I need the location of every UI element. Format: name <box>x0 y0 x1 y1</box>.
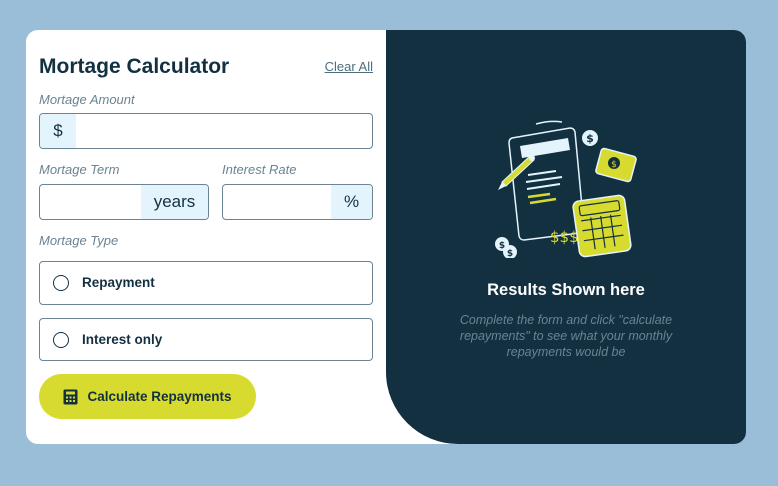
svg-text:$: $ <box>611 160 617 170</box>
svg-text:$$$: $$$ <box>550 228 579 246</box>
empty-results-illustration: $ $ $ $ $$$ <box>495 120 637 258</box>
calculator-icon <box>63 389 78 404</box>
term-input[interactable] <box>40 185 141 219</box>
type-label: Mortage Type <box>39 233 119 248</box>
radio-repayment[interactable] <box>53 275 69 291</box>
term-field: years <box>39 184 209 220</box>
repayment-option[interactable]: Repayment <box>39 261 373 305</box>
term-label: Mortage Term <box>39 162 120 177</box>
rate-field: % <box>222 184 373 220</box>
calculate-repayments-button[interactable]: Calculate Repayments <box>39 374 256 419</box>
results-description: Complete the form and click "calculate r… <box>459 313 673 359</box>
form-panel: Mortage Calculator Clear All Mortage Amo… <box>26 30 386 444</box>
svg-text:$: $ <box>586 132 594 145</box>
amount-label: Mortage Amount <box>39 92 135 107</box>
clear-all-link[interactable]: Clear All <box>325 59 373 74</box>
svg-text:$: $ <box>507 249 513 258</box>
repayment-option-label: Repayment <box>82 275 155 290</box>
calculate-button-label: Calculate Repayments <box>87 389 232 404</box>
calculator-card: Mortage Calculator Clear All Mortage Amo… <box>26 30 746 444</box>
page-title: Mortage Calculator <box>39 55 230 78</box>
amount-input[interactable] <box>76 114 372 148</box>
rate-label: Interest Rate <box>222 162 297 177</box>
years-suffix: years <box>141 185 208 219</box>
amount-field: $ <box>39 113 373 149</box>
rate-input[interactable] <box>223 185 331 219</box>
radio-interest-only[interactable] <box>53 331 69 348</box>
results-panel: $ $ $ $ $$$ Results Shown here Complete … <box>386 30 746 444</box>
results-title: Results Shown here <box>487 281 645 299</box>
interest-only-option[interactable]: Interest only <box>39 318 373 361</box>
interest-only-option-label: Interest only <box>82 331 163 347</box>
currency-prefix: $ <box>40 114 76 148</box>
percent-suffix: % <box>331 185 372 219</box>
